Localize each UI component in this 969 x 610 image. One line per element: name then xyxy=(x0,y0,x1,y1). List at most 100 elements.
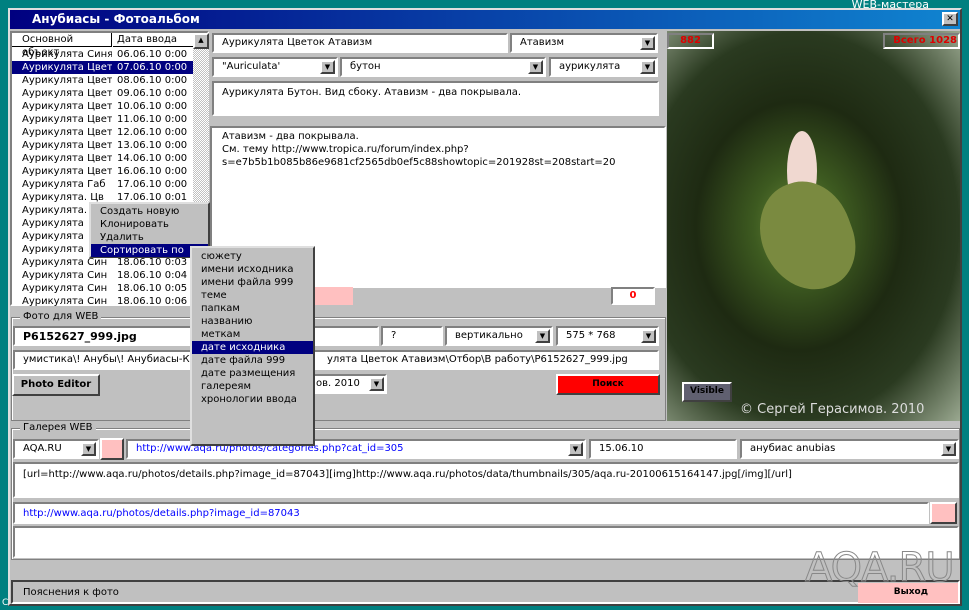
sort-menu-item[interactable]: папкам xyxy=(192,302,313,315)
list-row[interactable]: Аурикулята Син 18.06.10 0:05 xyxy=(12,282,193,295)
species-combo[interactable]: аурикулята ▼ xyxy=(549,57,658,77)
row-date: 12.06.10 0:00 xyxy=(117,127,188,138)
question-field[interactable]: ? xyxy=(381,326,443,346)
pink-button[interactable] xyxy=(100,438,124,460)
group-legend: Фото для WEB xyxy=(20,311,102,322)
path-text-left: умистика\! Анубы\! Анубиасы-К xyxy=(23,354,190,365)
list-row[interactable]: Аурикулята Цветок 13.06.10 0:00 xyxy=(12,139,193,152)
row-object: Аурикулята Син xyxy=(22,283,108,294)
sort-menu-item[interactable]: дате размещения xyxy=(192,367,313,380)
list-row[interactable]: Аурикулята Цветок 11.06.10 0:00 xyxy=(12,113,193,126)
row-object: Аурикулята Цветок xyxy=(22,88,112,99)
title-field[interactable]: Аурикулята Цветок Атавизм xyxy=(212,33,508,53)
sort-menu-item[interactable]: галереям xyxy=(192,380,313,393)
row-object: Аурикулята Цветок xyxy=(22,62,112,73)
column-header-date[interactable]: Дата ввода xyxy=(113,33,193,47)
row-object: Аурикулята Син xyxy=(22,296,108,307)
group-legend: Галерея WEB xyxy=(20,422,96,433)
list-row[interactable]: Аурикулята Цветок 16.06.10 0:00 xyxy=(12,165,193,178)
variety-combo[interactable]: "Auriculata' ▼ xyxy=(212,57,338,77)
orientation-combo[interactable]: вертикально ▼ xyxy=(445,326,553,346)
chevron-down-icon[interactable]: ▼ xyxy=(640,60,655,74)
sort-menu-item[interactable]: меткам xyxy=(192,328,313,341)
context-menu-item[interactable]: Клонировать xyxy=(91,218,208,231)
sort-menu-item[interactable]: имени файла 999 xyxy=(192,276,313,289)
list-row[interactable]: Аурикулята Цветок 12.06.10 0:00 xyxy=(12,126,193,139)
sort-menu-item[interactable]: теме xyxy=(192,289,313,302)
sort-menu-item[interactable]: сюжету xyxy=(192,250,313,263)
caption-field[interactable]: Аурикулята Бутон. Вид сбоку. Атавизм - д… xyxy=(212,81,659,116)
row-date: 13.06.10 0:00 xyxy=(117,140,188,151)
photo-preview[interactable] xyxy=(667,31,960,421)
chevron-down-icon[interactable]: ▼ xyxy=(641,329,656,343)
chevron-down-icon[interactable]: ▼ xyxy=(320,60,335,74)
keywords-combo[interactable]: анубиас anubias ▼ xyxy=(740,439,959,459)
bbcode-field[interactable]: [url=http://www.aqa.ru/photos/details.ph… xyxy=(13,462,959,498)
record-list[interactable]: Основной объект Дата ввода Аурикулята Си… xyxy=(10,31,209,308)
photo-editor-button[interactable]: Photo Editor xyxy=(12,374,100,396)
row-date: 14.06.10 0:00 xyxy=(117,153,188,164)
list-row[interactable]: Аурикулята Син 18.06.10 0:06 xyxy=(12,295,193,308)
notes-line: Атавизм - два покрывала. xyxy=(222,131,359,142)
row-object: Аурикулята Син xyxy=(22,270,108,281)
sort-menu-item[interactable]: дате файла 999 xyxy=(192,354,313,367)
list-row[interactable]: Аурикулята Цветок 09.06.10 0:00 xyxy=(12,87,193,100)
context-menu-item[interactable]: Удалить xyxy=(91,231,208,244)
list-row[interactable]: Аурикулята Габ 17.06.10 0:00 xyxy=(12,178,193,191)
pink-button-2[interactable] xyxy=(930,502,957,524)
list-row[interactable]: Аурикулята Син 18.06.10 0:04 xyxy=(12,269,193,282)
stage-value: бутон xyxy=(350,61,381,72)
title-bar: Анубиасы - Фотоальбом xyxy=(10,10,960,29)
notes-line: s=e7b5b1b085b86e9681cf2565db0ef5c88showt… xyxy=(222,157,616,168)
sort-menu-item[interactable]: дате исходника xyxy=(192,341,313,354)
copyright-text: © Сергей Герасимов. 2010 xyxy=(740,402,925,417)
category-combo[interactable]: Атавизм ▼ xyxy=(510,33,658,53)
chevron-down-icon[interactable]: ▼ xyxy=(369,377,384,391)
search-button[interactable]: Поиск xyxy=(556,374,660,395)
scroll-up-button[interactable]: ▲ xyxy=(193,33,209,49)
chevron-down-icon[interactable]: ▼ xyxy=(941,442,956,456)
row-object: Аурикулята Цветок xyxy=(22,127,112,138)
close-button[interactable]: ✕ xyxy=(942,12,958,26)
sort-submenu: сюжету имени исходника имени файла 999 теме… xyxy=(190,246,315,446)
chevron-down-icon[interactable]: ▼ xyxy=(81,442,96,456)
photo-total: Всего 1028 xyxy=(883,33,960,49)
list-row[interactable]: Аурикулята Цветок 07.06.10 0:00 xyxy=(12,61,193,74)
watermark-logo: AQA.RU xyxy=(805,545,956,592)
path-field[interactable]: умистика\! Анубы\! Анубиасы-К улята Цвет… xyxy=(13,350,659,370)
row-date: 16.06.10 0:00 xyxy=(117,166,188,177)
notes-label: Пояснения к фото xyxy=(23,587,119,598)
list-row[interactable]: Аурикулята Цветок 10.06.10 0:00 xyxy=(12,100,193,113)
row-object: Аурикулята Цветок xyxy=(22,153,112,164)
row-object: Аурикулята Цветок xyxy=(22,114,112,125)
flower-spathe xyxy=(745,168,869,304)
list-row[interactable]: Аурикулята Синяя 06.06.10 0:00 xyxy=(12,48,193,61)
row-date: 06.06.10 0:00 xyxy=(117,49,188,60)
row-date: 11.06.10 0:00 xyxy=(117,114,188,125)
chevron-down-icon[interactable]: ▼ xyxy=(535,329,550,343)
details-url-field[interactable]: http://www.aqa.ru/photos/details.php?ima… xyxy=(13,502,929,524)
row-date: 07.06.10 0:00 xyxy=(117,62,188,73)
stage-combo[interactable]: бутон ▼ xyxy=(340,57,546,77)
list-row[interactable]: Аурикулята Цветок 08.06.10 0:00 xyxy=(12,74,193,87)
list-row[interactable]: Аурикулята Цветок 14.06.10 0:00 xyxy=(12,152,193,165)
sort-menu-item[interactable]: хронологии ввода xyxy=(192,393,313,406)
path-text-right: улята Цветок Атавизм\Отбор\В работу\P615… xyxy=(327,354,628,365)
keywords-value: анубиас anubias xyxy=(750,443,836,454)
row-object: Аурикулята Габ xyxy=(22,179,106,190)
chevron-down-icon[interactable]: ▼ xyxy=(640,36,655,50)
chevron-down-icon[interactable]: ▼ xyxy=(528,60,543,74)
column-header-object[interactable]: Основной объект xyxy=(12,33,112,58)
sort-menu-item[interactable]: названию xyxy=(192,315,313,328)
context-menu-item[interactable]: Создать новую xyxy=(91,205,208,218)
gallery-date-field[interactable]: 15.06.10 xyxy=(589,439,737,459)
sort-menu-item[interactable]: имени исходника xyxy=(192,263,313,276)
chevron-down-icon[interactable]: ▼ xyxy=(568,442,583,456)
visible-button[interactable]: Visible xyxy=(682,382,732,402)
row-object: Аурикулята Цветок xyxy=(22,75,112,86)
site-combo[interactable]: AQA.RU ▼ xyxy=(13,439,99,459)
row-object: Аурикулята Синяя xyxy=(22,49,112,60)
category-value: Атавизм xyxy=(520,37,565,48)
row-date: 08.06.10 0:00 xyxy=(117,75,188,86)
size-combo[interactable]: 575 * 768 ▼ xyxy=(556,326,659,346)
